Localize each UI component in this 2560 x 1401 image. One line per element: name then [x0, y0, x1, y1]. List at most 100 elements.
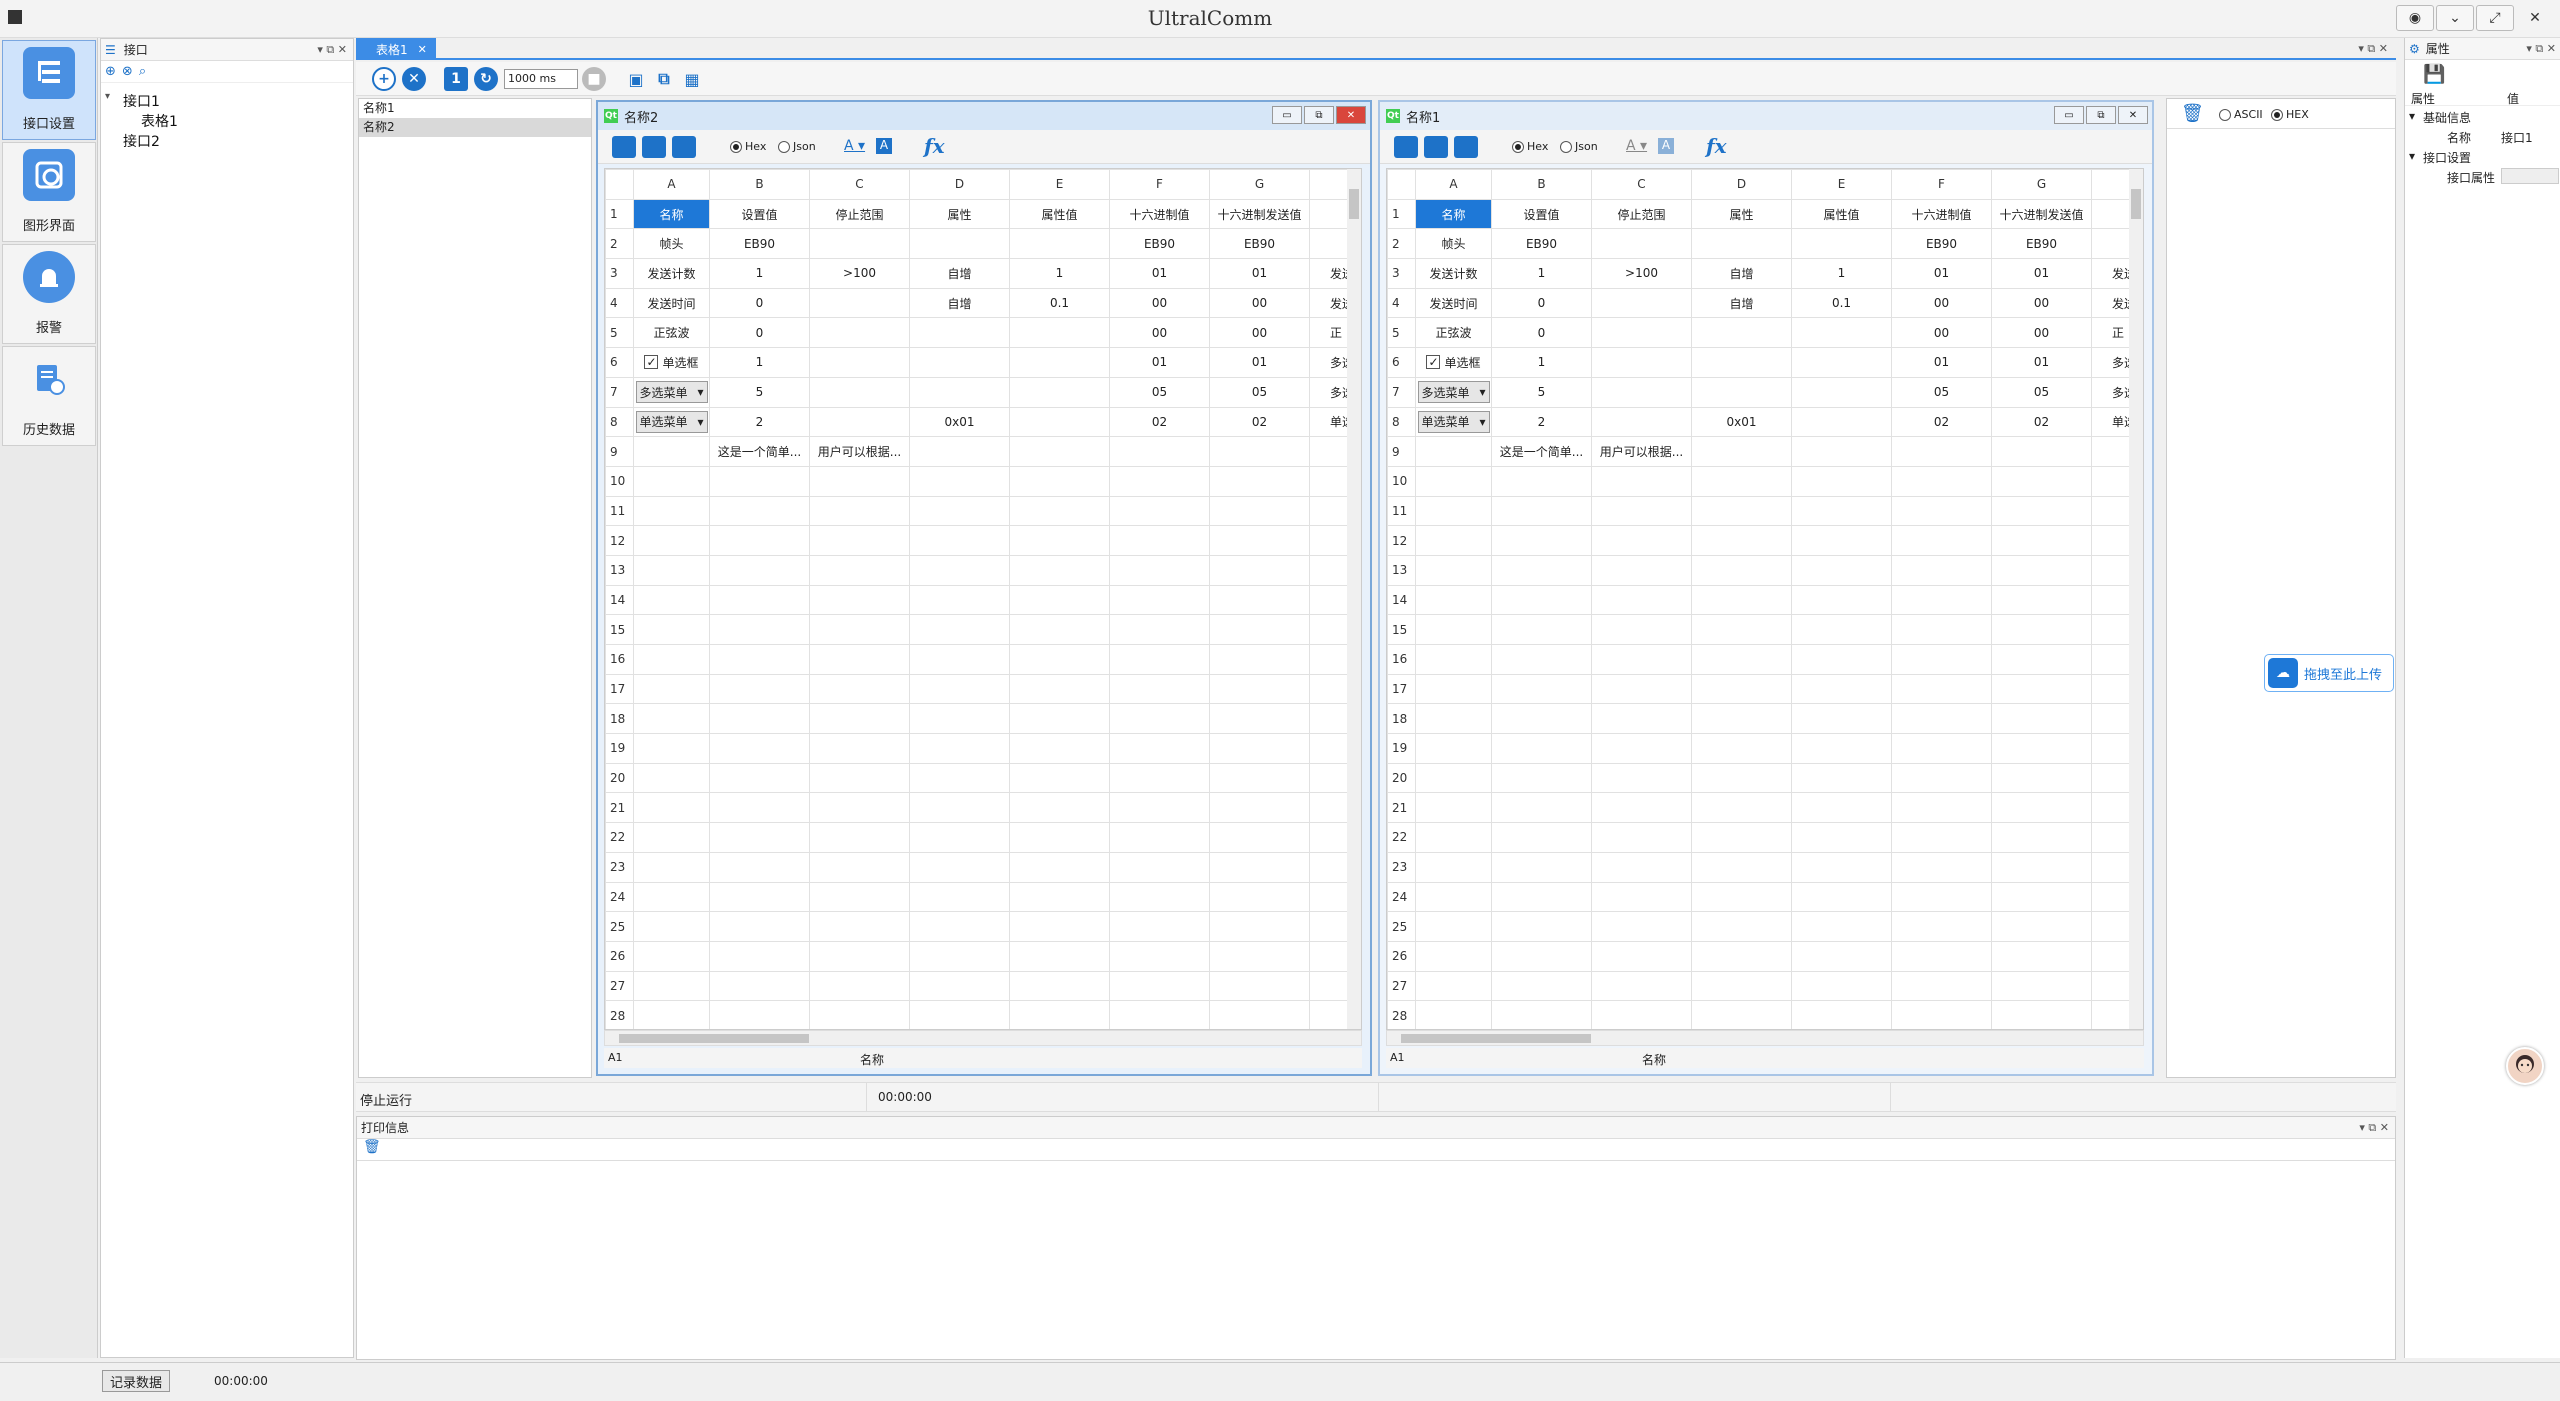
cell[interactable]	[633, 465, 710, 497]
cell-dropdown[interactable]: 多选菜单 ▾	[635, 381, 708, 404]
list-item[interactable]: 名称1	[359, 99, 591, 118]
cell[interactable]	[1491, 970, 1592, 1002]
cell[interactable]	[909, 228, 1010, 260]
cell[interactable]	[1415, 733, 1492, 764]
row-header[interactable]: 5	[605, 317, 634, 349]
cell[interactable]: 2	[709, 406, 810, 438]
cell[interactable]	[1009, 762, 1110, 794]
row-header[interactable]: 11	[605, 495, 634, 527]
cell[interactable]	[633, 703, 710, 735]
cell[interactable]	[1791, 317, 1892, 349]
cell[interactable]: 发送计数	[1415, 258, 1492, 289]
cell[interactable]: 1	[709, 347, 810, 378]
cell[interactable]: 自增	[1691, 258, 1792, 289]
cell[interactable]	[709, 733, 810, 764]
cell[interactable]: 0	[1491, 317, 1592, 349]
cell[interactable]	[809, 881, 910, 913]
horizontal-scrollbar[interactable]	[604, 1030, 1362, 1046]
cell[interactable]	[1415, 940, 1492, 972]
avatar[interactable]	[2506, 1047, 2544, 1085]
cell[interactable]	[633, 644, 710, 675]
cell[interactable]: 帧头	[1415, 228, 1492, 260]
cell[interactable]	[809, 614, 910, 645]
panel-controls-icon[interactable]: ▾ ⧉ ✕	[2359, 1121, 2389, 1135]
save-icon[interactable]: 💾	[2405, 60, 2560, 88]
cell[interactable]	[1791, 911, 1892, 942]
cell[interactable]	[709, 970, 810, 1002]
cell[interactable]	[1491, 1000, 1592, 1029]
cell[interactable]	[633, 881, 710, 913]
cell[interactable]	[1891, 436, 1992, 467]
cell[interactable]	[909, 436, 1010, 467]
cell[interactable]: 00	[1991, 317, 2092, 349]
cell[interactable]	[1109, 733, 1210, 764]
add-icon[interactable]: ⊕	[105, 64, 116, 79]
cell[interactable]	[1415, 465, 1492, 497]
cell[interactable]	[709, 465, 810, 497]
panel-controls-icon[interactable]: ▾ ⧉ ✕	[2358, 42, 2388, 56]
column-header[interactable]: B	[709, 169, 810, 200]
cell[interactable]	[1591, 644, 1692, 675]
cell[interactable]	[1991, 881, 2092, 913]
column-header[interactable]: E	[1009, 169, 1110, 200]
cell[interactable]	[1591, 554, 1692, 586]
cell[interactable]	[633, 673, 710, 705]
row-header[interactable]: 27	[1387, 970, 1416, 1002]
cell[interactable]	[1691, 584, 1792, 616]
cell[interactable]: 5	[1491, 376, 1592, 408]
cell[interactable]: 设置值	[1491, 198, 1592, 230]
row-header[interactable]: 25	[1387, 911, 1416, 942]
cell[interactable]	[1109, 644, 1210, 675]
cell[interactable]	[1791, 347, 1892, 378]
cell[interactable]	[1791, 644, 1892, 675]
cell[interactable]	[633, 911, 710, 942]
column-header[interactable]: A	[1415, 169, 1492, 200]
cell[interactable]	[1691, 376, 1792, 408]
cell[interactable]	[1009, 495, 1110, 527]
ascii-radio[interactable]: ASCII	[2219, 108, 2263, 121]
row-header[interactable]: 4	[605, 287, 634, 319]
save-as-icon[interactable]	[1454, 136, 1478, 158]
cell[interactable]	[633, 792, 710, 824]
cell[interactable]	[1891, 673, 1992, 705]
cell[interactable]	[909, 703, 1010, 735]
cell[interactable]	[1009, 228, 1110, 260]
panel-controls-icon[interactable]: ▾ ⧉ ✕	[317, 43, 347, 57]
cell[interactable]	[809, 228, 910, 260]
cell[interactable]	[1791, 554, 1892, 586]
column-header[interactable]: D	[909, 169, 1010, 200]
cell[interactable]	[1891, 733, 1992, 764]
cell[interactable]	[1591, 911, 1692, 942]
cell[interactable]	[1991, 465, 2092, 497]
fill-color-icon[interactable]: A	[1658, 138, 1674, 154]
cell[interactable]	[1415, 881, 1492, 913]
column-header[interactable]: E	[1791, 169, 1892, 200]
cell[interactable]: EB90	[1209, 228, 1310, 260]
cell[interactable]	[1591, 287, 1692, 319]
cell[interactable]	[1109, 554, 1210, 586]
cell[interactable]	[709, 673, 810, 705]
cell[interactable]	[1791, 525, 1892, 556]
cell[interactable]: 02	[1109, 406, 1210, 438]
cell[interactable]	[809, 584, 910, 616]
cell[interactable]: 发送计数	[633, 258, 710, 289]
cell[interactable]	[909, 614, 1010, 645]
cell[interactable]	[1415, 822, 1492, 853]
cell[interactable]	[1009, 970, 1110, 1002]
cell[interactable]	[1991, 733, 2092, 764]
cell[interactable]	[709, 614, 810, 645]
row-header[interactable]: 24	[1387, 881, 1416, 913]
expand-icon[interactable]: ▾	[2409, 149, 2415, 163]
cell[interactable]: 0.1	[1009, 287, 1110, 319]
cell[interactable]: 02	[1209, 406, 1310, 438]
cell[interactable]: 正弦波	[633, 317, 710, 349]
column-header[interactable]: A	[633, 169, 710, 200]
cell[interactable]: 0	[709, 317, 810, 349]
row-header[interactable]: 15	[605, 614, 634, 645]
cell-dropdown[interactable]: 单选菜单 ▾	[1417, 410, 1490, 433]
close-icon[interactable]: ✕	[2118, 106, 2148, 124]
row-header[interactable]: 4	[1387, 287, 1416, 319]
cell[interactable]	[1415, 644, 1492, 675]
row-header[interactable]: 23	[1387, 851, 1416, 883]
row-header[interactable]: 17	[605, 673, 634, 705]
